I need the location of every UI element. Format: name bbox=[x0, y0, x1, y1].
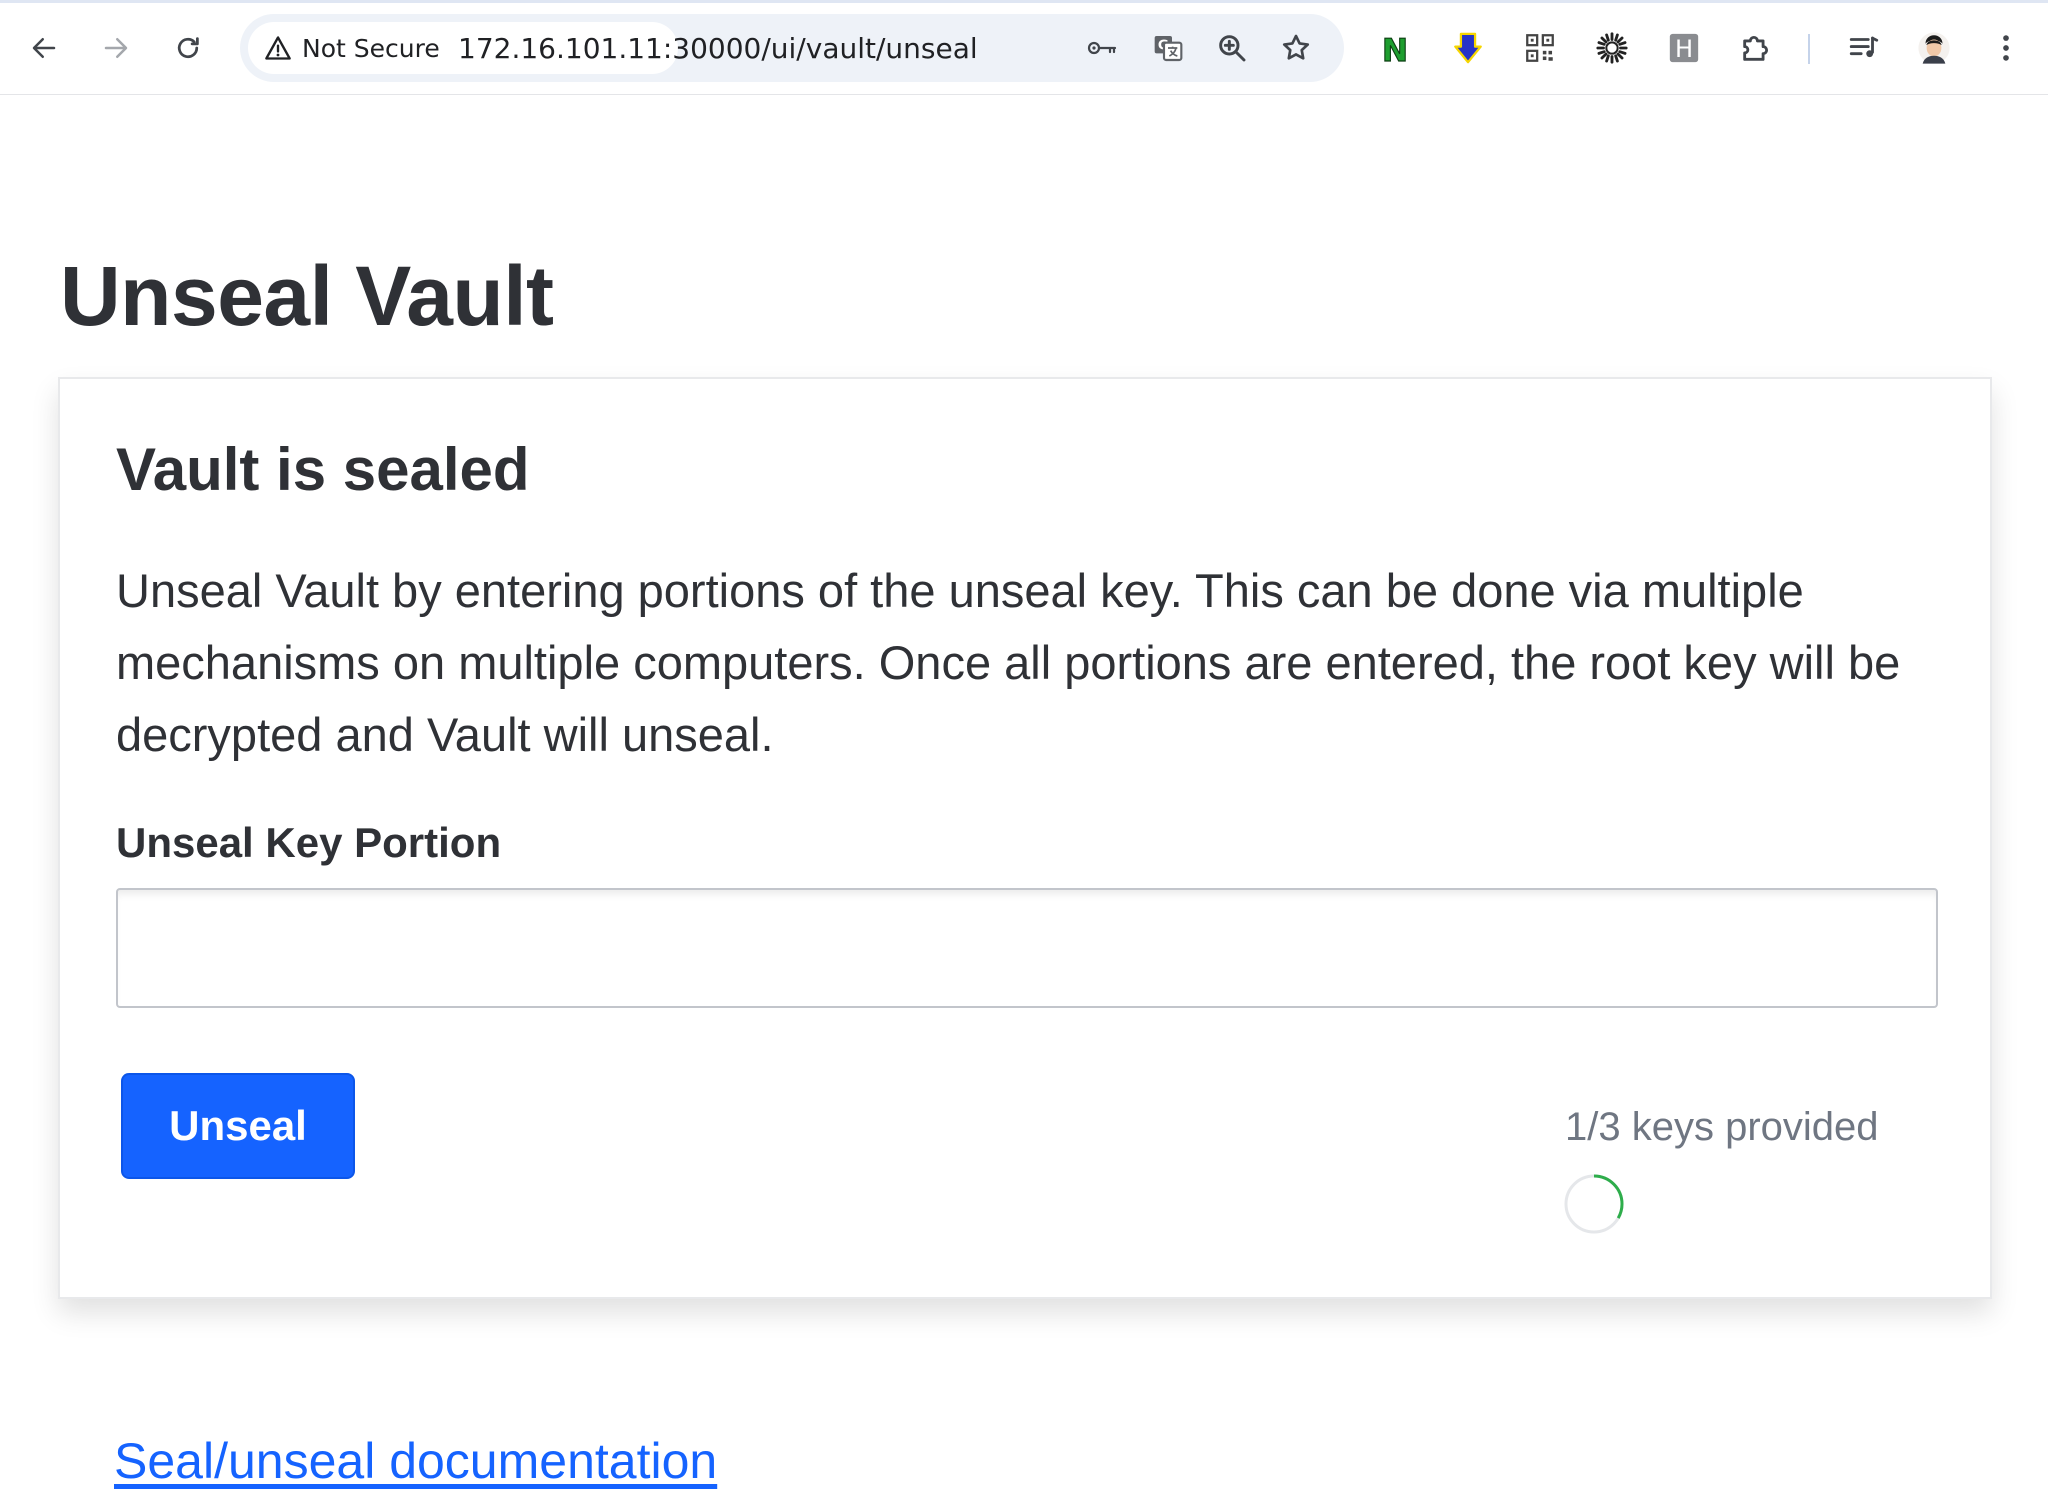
key-icon bbox=[1087, 41, 1117, 55]
n-extension-icon: N bbox=[1381, 32, 1408, 65]
toolbar-separator bbox=[1808, 34, 1810, 64]
unseal-card: Vault is sealed Unseal Vault by entering… bbox=[58, 377, 1992, 1299]
svg-text:N: N bbox=[1382, 33, 1408, 65]
page-title: Unseal Vault bbox=[60, 249, 554, 343]
unseal-key-input[interactable] bbox=[116, 888, 1938, 1008]
download-extension-button[interactable] bbox=[1446, 26, 1490, 70]
forward-button[interactable] bbox=[92, 24, 140, 72]
translate-icon: G bbox=[1154, 36, 1183, 62]
n-extension-button[interactable]: N bbox=[1373, 26, 1417, 70]
keys-progress-text: 1/3 keys provided bbox=[1565, 1105, 1879, 1149]
h-extension-icon: H bbox=[1669, 33, 1699, 63]
profile-button[interactable] bbox=[1912, 26, 1956, 70]
qr-extension-button[interactable] bbox=[1518, 26, 1562, 70]
profile-avatar-icon bbox=[1918, 32, 1950, 64]
forward-icon bbox=[104, 38, 128, 58]
reload-button[interactable] bbox=[164, 24, 212, 72]
zoom-button[interactable] bbox=[1212, 28, 1252, 68]
toolbar-accent-line bbox=[0, 0, 2048, 3]
sunburst-extension-button[interactable] bbox=[1590, 26, 1634, 70]
h-extension-button[interactable]: H bbox=[1662, 26, 1706, 70]
qr-code-icon bbox=[1526, 34, 1554, 62]
download-arrow-icon bbox=[1454, 32, 1482, 64]
media-control-button[interactable] bbox=[1842, 26, 1886, 70]
keys-progress-ring bbox=[1564, 1174, 1624, 1234]
url-text[interactable]: 172.16.101.11:30000/ui/vault/unseal bbox=[458, 14, 978, 82]
security-label: Not Secure bbox=[302, 33, 440, 63]
browser-menu-button[interactable] bbox=[1984, 26, 2028, 70]
svg-text:H: H bbox=[1675, 35, 1693, 63]
card-description: Unseal Vault by entering portions of the… bbox=[116, 564, 1901, 761]
zoom-icon bbox=[1219, 35, 1246, 62]
seal-unseal-docs-link[interactable]: Seal/unseal documentation bbox=[114, 1432, 717, 1490]
back-button[interactable] bbox=[20, 24, 68, 72]
kebab-menu-icon bbox=[2003, 35, 2009, 61]
password-key-button[interactable] bbox=[1082, 28, 1122, 68]
back-icon bbox=[32, 38, 56, 58]
unseal-key-label: Unseal Key Portion bbox=[116, 819, 502, 866]
card-title: Vault is sealed bbox=[116, 436, 530, 503]
puzzle-icon bbox=[1743, 35, 1769, 61]
star-icon bbox=[1282, 34, 1310, 60]
reload-icon bbox=[177, 37, 199, 59]
bookmark-button[interactable] bbox=[1276, 28, 1316, 68]
media-queue-icon bbox=[1849, 36, 1879, 58]
extensions-button[interactable] bbox=[1734, 26, 1778, 70]
sunburst-icon bbox=[1596, 32, 1628, 64]
unseal-button[interactable]: Unseal bbox=[121, 1073, 355, 1179]
warning-icon bbox=[265, 36, 291, 60]
browser-toolbar: Not Secure 172.16.101.11:30000/ui/vault/… bbox=[0, 0, 2048, 95]
address-bar[interactable]: Not Secure 172.16.101.11:30000/ui/vault/… bbox=[240, 14, 1344, 82]
translate-button[interactable]: G bbox=[1148, 28, 1188, 68]
